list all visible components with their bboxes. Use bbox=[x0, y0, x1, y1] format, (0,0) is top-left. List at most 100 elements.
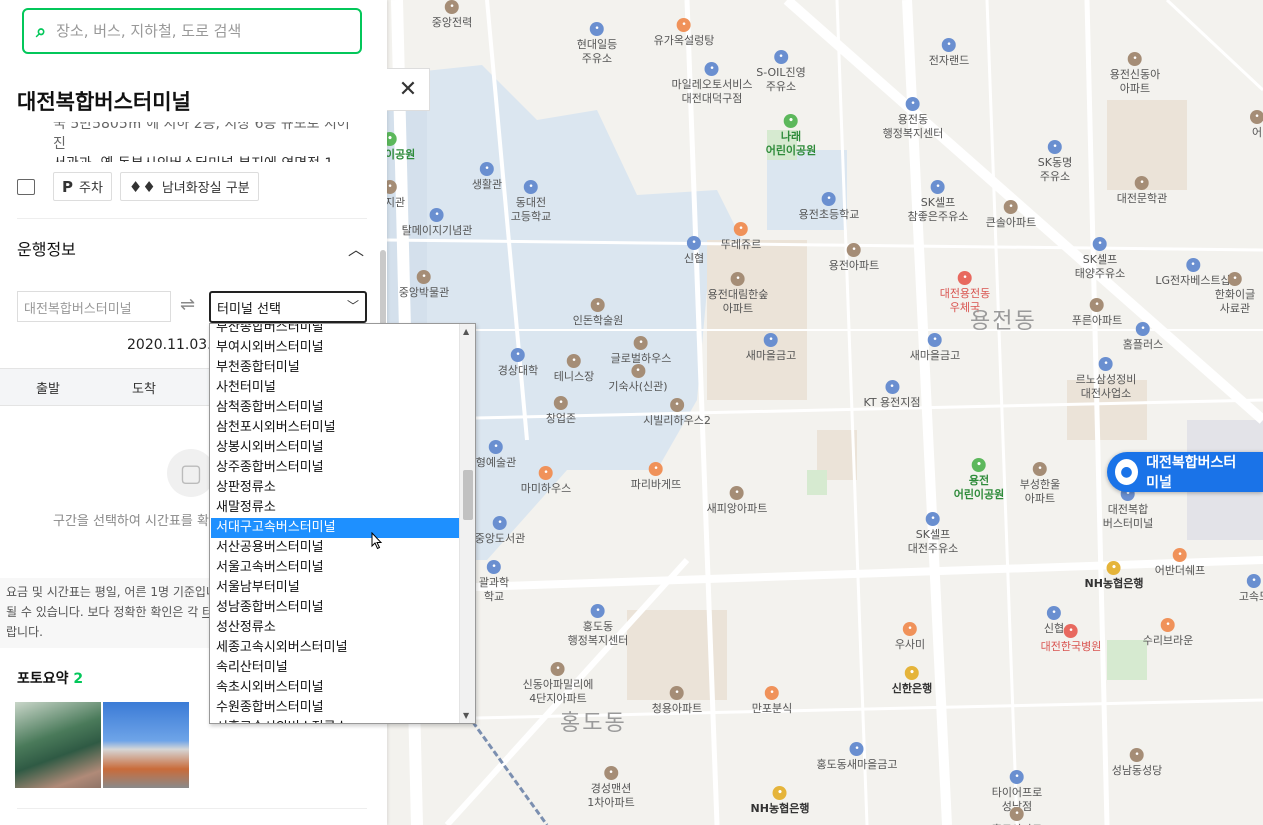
map-poi[interactable]: • SK셀프 참좋은주유소 bbox=[908, 180, 968, 224]
dropdown-option[interactable]: 서울고속버스터미널 bbox=[211, 558, 459, 578]
map-poi[interactable]: • 용전아파트 bbox=[829, 243, 879, 273]
dropdown-option[interactable]: 수원종합버스터미널 bbox=[211, 698, 459, 718]
map-poi[interactable]: • 나래 어린이공원 bbox=[766, 114, 816, 158]
map-poi[interactable]: • 부성한울 아파트 bbox=[1020, 462, 1060, 506]
map-poi[interactable]: • KT 용전지점 bbox=[863, 380, 921, 410]
map-poi[interactable]: • 새피앙아파트 bbox=[707, 486, 767, 516]
map-poi[interactable]: • 마일레오토서비스 대전대덕구점 bbox=[672, 62, 752, 106]
dropdown-option[interactable]: 상주종합버스터미널 bbox=[211, 458, 459, 478]
map-poi[interactable]: • 중앙전력 bbox=[432, 0, 472, 30]
dropdown-option[interactable]: 서산공용버스터미널 bbox=[211, 538, 459, 558]
map-poi[interactable]: • 중앙박물관 bbox=[399, 270, 449, 300]
map-poi[interactable]: • 수리브라운 bbox=[1143, 618, 1193, 648]
map-poi[interactable]: • 글로벌하우스 bbox=[611, 336, 671, 366]
map-view[interactable]: • 현대일등 주유소 • 유가옥설렁탕 • 마일레오토서비스 대전대덕구점 • S-OIL진영… bbox=[387, 0, 1263, 825]
map-poi[interactable]: • 신동아파밀리에 4단지아파트 bbox=[523, 662, 593, 706]
map-poi[interactable]: • 어반더쉐프 bbox=[1155, 548, 1205, 578]
map-poi[interactable]: • NH농협은행 bbox=[751, 786, 809, 816]
map-poi[interactable]: • 경상대학 bbox=[498, 348, 538, 378]
scroll-up-icon[interactable]: ▲ bbox=[463, 327, 469, 336]
map-poi[interactable]: • 신협 bbox=[684, 236, 704, 266]
map-poi[interactable]: • 대전복합 버스터미널 bbox=[1103, 487, 1153, 531]
search-box[interactable]: ⌕ bbox=[22, 8, 362, 54]
map-poi[interactable]: • 용전신동아 아파트 bbox=[1110, 52, 1160, 96]
map-poi[interactable]: • 새마을금고 bbox=[746, 333, 796, 363]
place-description[interactable]: 국 5만5805㎡ 에 지하 2층, 지상 6층 규모로 지어진 서관과, 옛 … bbox=[53, 122, 353, 162]
dropdown-option[interactable]: 속리산터미널 bbox=[211, 658, 459, 678]
map-poi[interactable]: • 현대일등 주유소 bbox=[577, 22, 617, 66]
map-poi[interactable]: • 청용아파트 bbox=[652, 686, 702, 716]
map-poi[interactable]: • 홍도동새마을금고 bbox=[817, 742, 897, 772]
dropdown-option[interactable]: 새말정류소 bbox=[211, 498, 459, 518]
map-poi[interactable]: • 만포분식 bbox=[752, 686, 792, 716]
map-poi[interactable]: • 우사미 bbox=[895, 622, 925, 652]
map-poi[interactable]: • 푸른아파트 bbox=[1072, 298, 1122, 328]
map-poi[interactable]: • 새마을금고 bbox=[910, 333, 960, 363]
dropdown-option[interactable]: 부여시외버스터미널 bbox=[211, 338, 459, 358]
map-poi[interactable]: • 경성맨션 1차아파트 bbox=[587, 766, 635, 810]
map-poi[interactable]: • 유가옥설렁탕 bbox=[654, 18, 714, 48]
dropdown-option[interactable]: 세종고속시외버스터미널 bbox=[211, 638, 459, 658]
map-poi[interactable]: • 파리바게뜨 bbox=[631, 462, 681, 492]
dropdown-option[interactable]: 상판정류소 bbox=[211, 478, 459, 498]
map-poi[interactable]: • 마미하우스 bbox=[521, 466, 571, 496]
map-poi[interactable]: • 홈플러스 bbox=[1123, 322, 1163, 352]
dropdown-option[interactable]: 사천터미널 bbox=[211, 378, 459, 398]
schedule-date[interactable]: 2020.11.03.( bbox=[127, 337, 217, 353]
map-poi[interactable]: • 기숙사(신관) bbox=[608, 364, 668, 394]
map-poi[interactable]: • 동대전 고등학교 bbox=[511, 180, 551, 224]
map-poi[interactable]: • SK셀프 태양주유소 bbox=[1075, 237, 1125, 281]
scroll-down-icon[interactable]: ▼ bbox=[463, 711, 469, 720]
map-poi[interactable]: • 어 bbox=[1250, 110, 1263, 140]
map-poi[interactable]: • 용전동 행정복지센터 bbox=[883, 97, 943, 141]
from-terminal-field[interactable]: 대전복합버스터미널 bbox=[17, 291, 171, 322]
map-poi[interactable]: • NH농협은행 bbox=[1085, 561, 1143, 591]
map-poi[interactable]: • 신한은행 bbox=[892, 666, 932, 696]
map-poi[interactable]: • 홍도동 행정복지센터 bbox=[568, 604, 628, 648]
map-poi[interactable]: • 성남동성당 bbox=[1112, 748, 1162, 778]
dropdown-option[interactable]: 속초시외버스터미널 bbox=[211, 678, 459, 698]
dropdown-option[interactable]: 서대구고속버스터미널 bbox=[211, 518, 459, 538]
terminal-dropdown[interactable]: 부산종합버스터미널 부여시외버스터미널 부천종합터미널 사천터미널 삼척종합버스터미널 삼… bbox=[209, 323, 476, 724]
map-poi[interactable]: • S-OIL진영 주유소 bbox=[756, 50, 806, 94]
swap-icon[interactable]: ⇌ bbox=[180, 294, 195, 315]
terminal-marker[interactable]: ● 대전복합버스터미널 bbox=[1107, 452, 1263, 492]
map-poi[interactable]: • 용전초등학교 bbox=[799, 192, 859, 222]
map-poi[interactable]: • 어린이공원 bbox=[387, 132, 415, 162]
map-poi[interactable]: • 한화이글 사료관 bbox=[1215, 272, 1255, 316]
dropdown-scrollbar[interactable]: ▲ ▼ bbox=[459, 324, 475, 723]
map-poi[interactable]: • 용전 어린이공원 bbox=[954, 458, 1004, 502]
dropdown-option[interactable]: 서울남부터미널 bbox=[211, 578, 459, 598]
map-poi[interactable]: • SK동명 주유소 bbox=[1038, 140, 1072, 184]
map-poi[interactable]: • 성지관 bbox=[387, 180, 405, 210]
map-poi[interactable]: • 르노삼성정비 대전사업소 bbox=[1076, 357, 1136, 401]
close-button[interactable]: ✕ bbox=[387, 68, 430, 111]
map-poi[interactable]: • 테니스장 bbox=[554, 354, 594, 384]
map-poi[interactable]: • 생활관 bbox=[472, 162, 502, 192]
map-poi[interactable]: • 창업존 bbox=[546, 396, 576, 426]
dropdown-option[interactable]: 부천종합터미널 bbox=[211, 358, 459, 378]
dropdown-option[interactable]: 삼천포시외버스터미널 bbox=[211, 418, 459, 438]
photo-thumbnail[interactable] bbox=[15, 702, 101, 788]
map-poi[interactable]: • 탈메이지기념관 bbox=[402, 208, 472, 238]
to-terminal-select[interactable]: 터미널 선택 ﹀ bbox=[209, 291, 367, 323]
photo-thumbnail[interactable] bbox=[103, 702, 189, 788]
map-poi[interactable]: • 큰솔아파트 bbox=[986, 200, 1036, 230]
dropdown-option[interactable]: 삼척종합버스터미널 bbox=[211, 398, 459, 418]
dropdown-option[interactable]: 부산종합버스터미널 bbox=[211, 324, 459, 338]
map-poi[interactable]: • 괄과학 학교 bbox=[479, 560, 509, 604]
map-poi[interactable]: • 대전문학관 bbox=[1117, 176, 1167, 206]
dropdown-option[interactable]: 상봉시외버스터미널 bbox=[211, 438, 459, 458]
map-poi[interactable]: • 전자랜드 bbox=[929, 38, 969, 68]
dropdown-option[interactable]: 성산정류소 bbox=[211, 618, 459, 638]
map-poi[interactable]: • 형예술관 bbox=[476, 440, 516, 470]
map-poi[interactable]: • 시빌리하우스2 bbox=[643, 398, 711, 428]
map-poi[interactable]: • 대전한국병원 bbox=[1041, 624, 1101, 654]
map-poi[interactable]: • SK셀프 대전주유소 bbox=[908, 512, 958, 556]
dropdown-option[interactable]: 시흥고속시외버스정류소 bbox=[211, 718, 459, 723]
map-poi[interactable]: • 고속도 bbox=[1239, 574, 1263, 604]
map-poi[interactable]: • 용전대림한숲 아파트 bbox=[708, 272, 768, 316]
map-poi[interactable]: • 뚜레쥬르 bbox=[721, 222, 761, 252]
search-input[interactable] bbox=[56, 22, 317, 40]
chevron-up-icon[interactable]: ︿ bbox=[348, 236, 364, 260]
